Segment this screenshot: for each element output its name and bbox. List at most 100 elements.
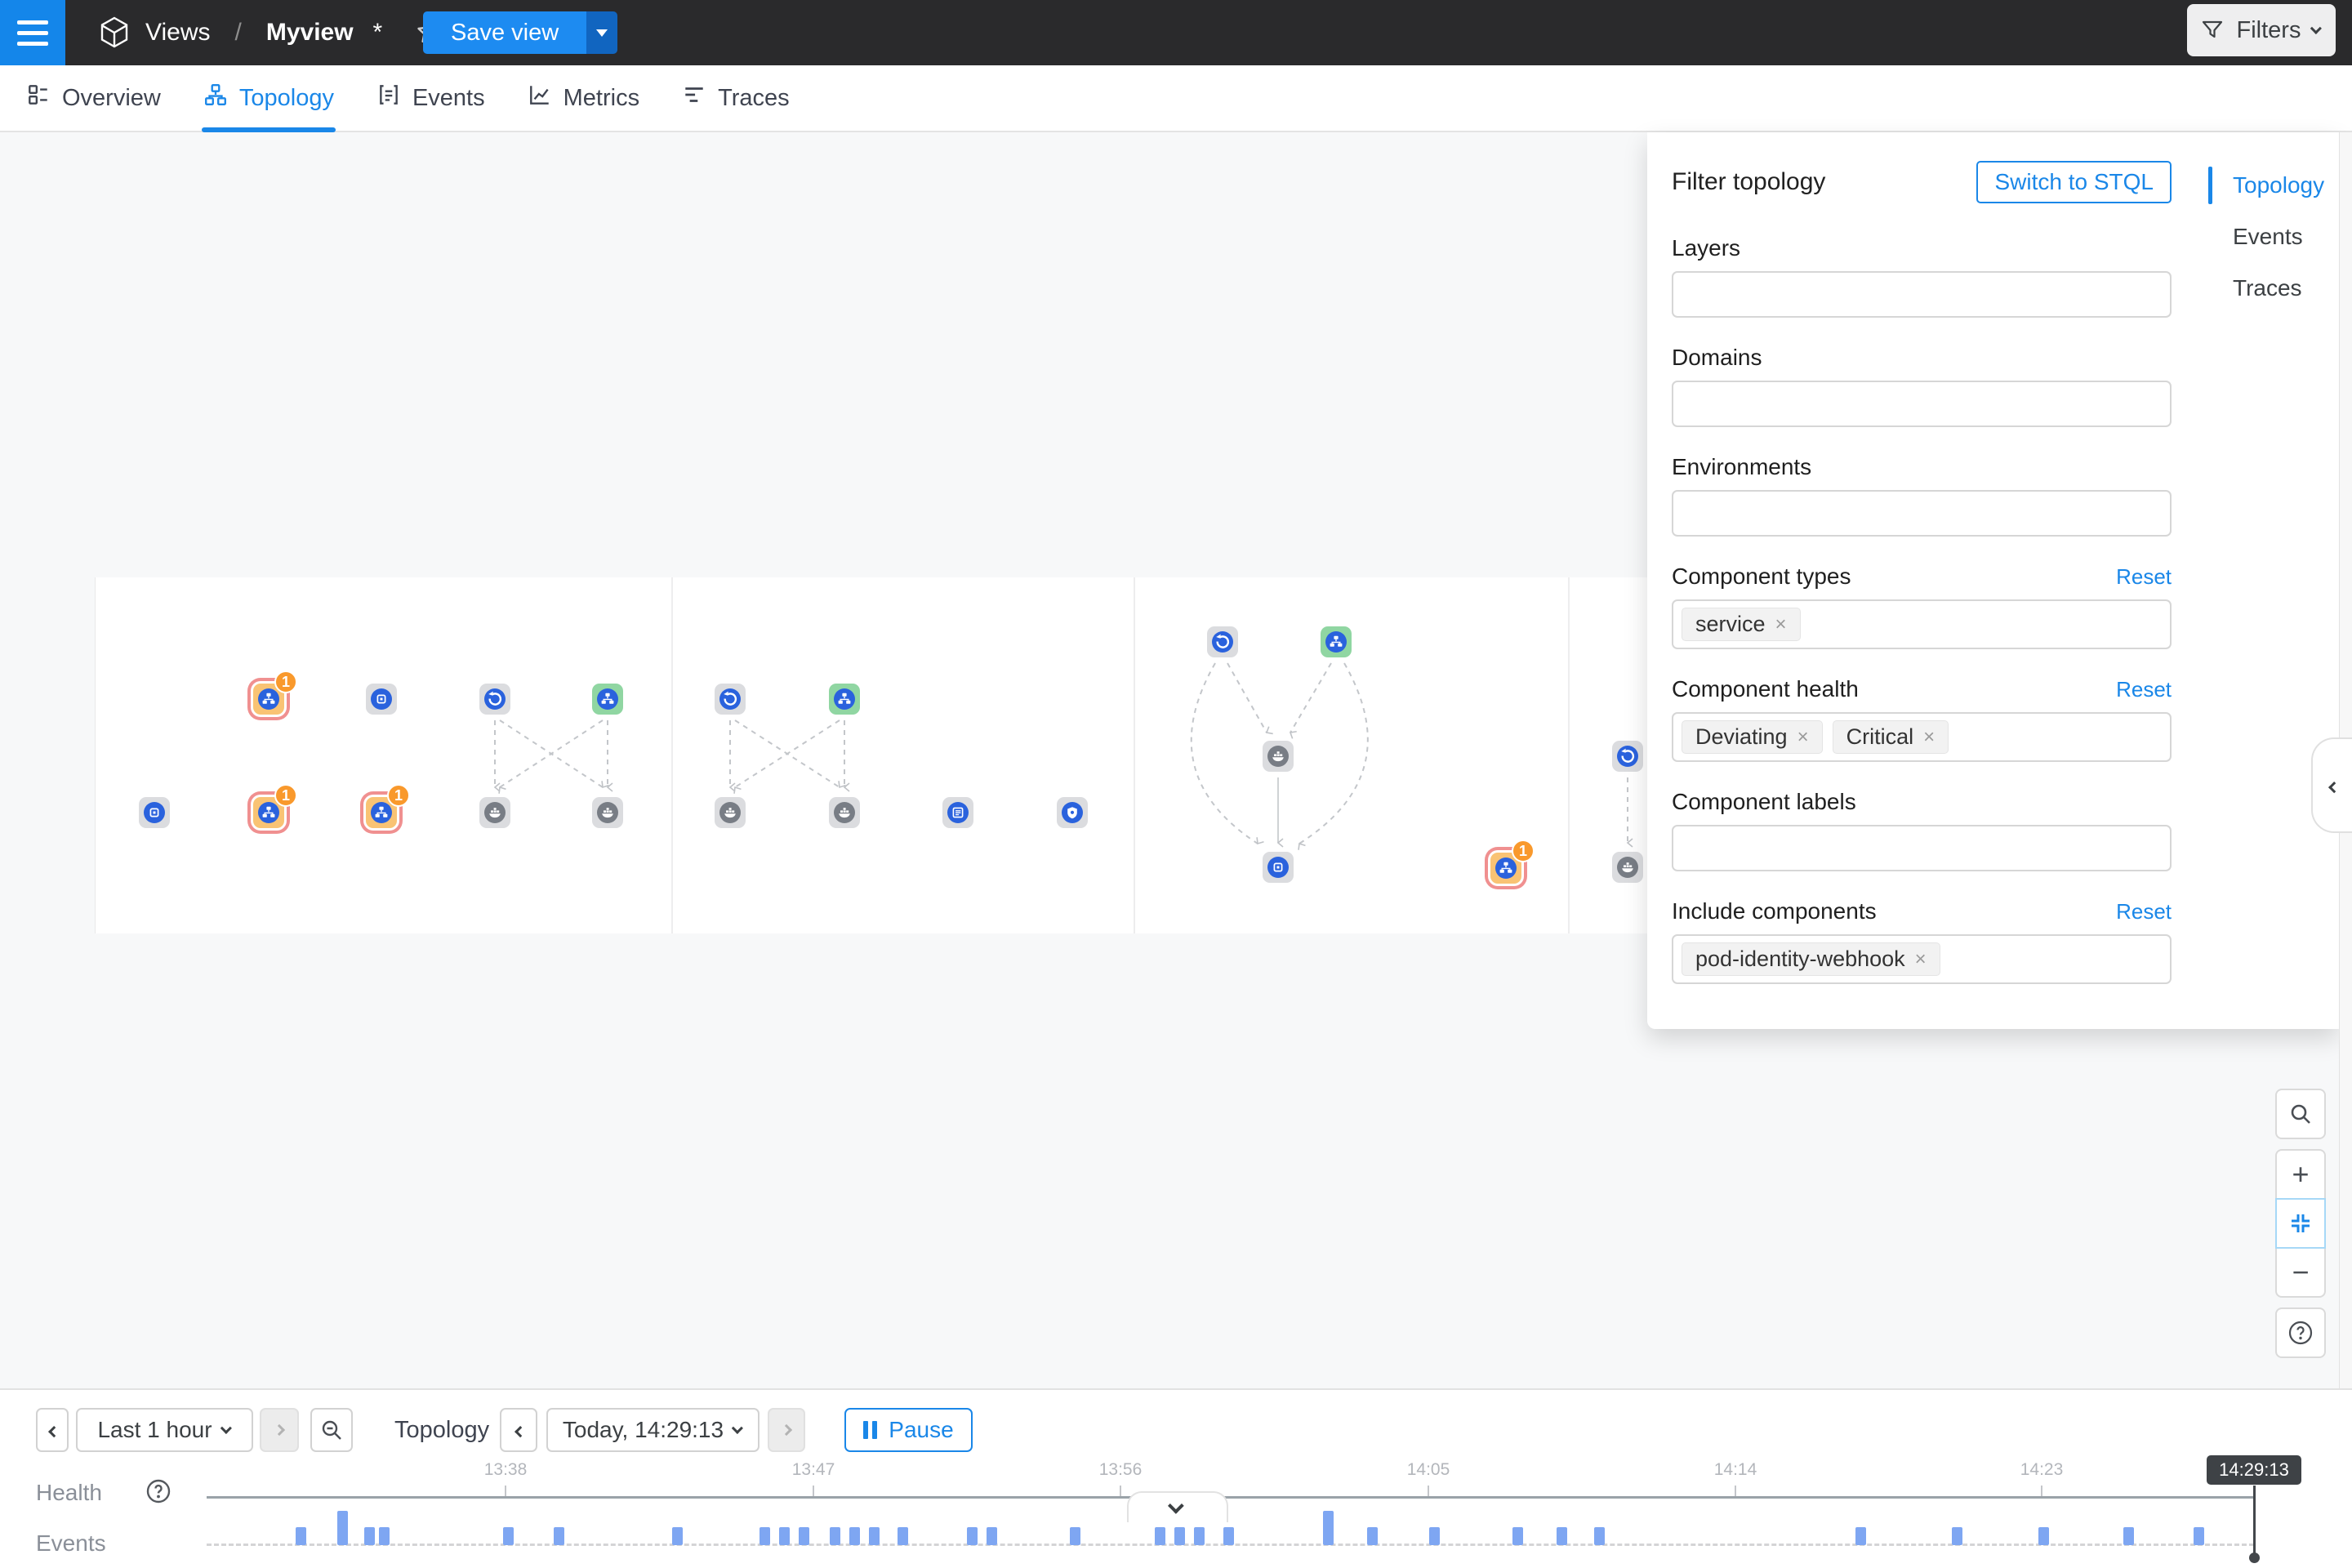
event-bar[interactable] xyxy=(1367,1527,1378,1545)
zoom-fit-button[interactable] xyxy=(2275,1198,2326,1249)
event-bar[interactable] xyxy=(1594,1527,1605,1545)
event-bar[interactable] xyxy=(779,1527,790,1545)
event-bar[interactable] xyxy=(1512,1527,1523,1545)
event-bar[interactable] xyxy=(849,1527,860,1545)
topology-node-docker-clear[interactable] xyxy=(715,797,746,828)
health-count-badge[interactable]: 1 xyxy=(387,784,410,807)
topology-node-docker-clear[interactable] xyxy=(1263,741,1294,772)
event-bar[interactable] xyxy=(1323,1511,1334,1545)
filter-chip[interactable]: service× xyxy=(1682,608,1801,641)
event-bar[interactable] xyxy=(1070,1527,1080,1545)
save-view-dropdown[interactable] xyxy=(586,11,617,54)
topology-node-sync-clear[interactable] xyxy=(715,684,746,715)
topology-node-pod-clear[interactable] xyxy=(366,684,397,715)
health-count-badge[interactable]: 1 xyxy=(1512,840,1535,862)
pause-button[interactable]: Pause xyxy=(844,1408,973,1452)
field-input[interactable]: service× xyxy=(1672,599,2172,649)
panel-nav-topology[interactable]: Topology xyxy=(2233,165,2331,206)
topology-node-pod-clear[interactable] xyxy=(1263,852,1294,883)
topology-node-pod-clear[interactable] xyxy=(139,797,170,828)
tab-metrics[interactable]: Metrics xyxy=(526,65,641,131)
event-bar[interactable] xyxy=(1155,1527,1165,1545)
snapshot-back-button[interactable] xyxy=(500,1408,537,1452)
event-bar[interactable] xyxy=(1174,1527,1185,1545)
event-bar[interactable] xyxy=(296,1527,306,1545)
current-time-badge[interactable]: 14:29:13 xyxy=(2207,1455,2301,1485)
topology-node-docker-clear[interactable] xyxy=(829,797,860,828)
event-bar[interactable] xyxy=(830,1527,840,1545)
event-bar[interactable] xyxy=(1194,1527,1205,1545)
event-bar[interactable] xyxy=(337,1511,348,1545)
event-bar[interactable] xyxy=(898,1527,908,1545)
zoom-out-button[interactable]: − xyxy=(2275,1247,2326,1298)
topology-node-docker-clear[interactable] xyxy=(592,797,623,828)
event-bar[interactable] xyxy=(2194,1527,2204,1545)
topology-node-hierarchy-deviating[interactable]: 1 xyxy=(253,684,284,715)
event-bar[interactable] xyxy=(967,1527,978,1545)
event-bar[interactable] xyxy=(2123,1527,2134,1545)
timeline-zoom-out-button[interactable] xyxy=(310,1408,353,1452)
event-bar[interactable] xyxy=(364,1527,375,1545)
event-bar[interactable] xyxy=(1855,1527,1866,1545)
event-bar[interactable] xyxy=(987,1527,997,1545)
field-input[interactable] xyxy=(1672,825,2172,871)
reset-link[interactable]: Reset xyxy=(2116,564,2172,590)
event-bar[interactable] xyxy=(799,1527,809,1545)
canvas-search-button[interactable] xyxy=(2275,1089,2326,1139)
health-help-icon[interactable] xyxy=(144,1477,173,1506)
reset-link[interactable]: Reset xyxy=(2116,899,2172,924)
topology-node-shield-clear[interactable] xyxy=(1057,797,1088,828)
time-back-button[interactable] xyxy=(36,1408,69,1452)
filter-chip[interactable]: Deviating× xyxy=(1682,720,1823,754)
topology-node-hierarchy-deviating[interactable]: 1 xyxy=(253,797,284,828)
topology-node-hierarchy-healthy[interactable] xyxy=(592,684,623,715)
switch-to-stql-button[interactable]: Switch to STQL xyxy=(1976,161,2172,203)
topology-node-hierarchy-healthy[interactable] xyxy=(829,684,860,715)
topology-node-hierarchy-deviating[interactable]: 1 xyxy=(1490,853,1521,884)
panel-nav-traces[interactable]: Traces xyxy=(2233,268,2331,309)
save-view-label[interactable]: Save view xyxy=(423,11,586,54)
filter-chip[interactable]: Critical× xyxy=(1833,720,1949,754)
topology-node-list-clear[interactable] xyxy=(942,797,973,828)
event-bar[interactable] xyxy=(1429,1527,1440,1545)
timeline-cursor[interactable] xyxy=(2253,1486,2256,1557)
snapshot-forward-button[interactable] xyxy=(768,1408,805,1452)
field-input[interactable] xyxy=(1672,271,2172,318)
topology-node-hierarchy-healthy[interactable] xyxy=(1321,626,1352,657)
menu-hamburger-icon[interactable] xyxy=(0,0,65,65)
views-link[interactable]: Views xyxy=(145,19,210,47)
event-bar[interactable] xyxy=(503,1527,514,1545)
event-bar[interactable] xyxy=(1223,1527,1234,1545)
event-bar[interactable] xyxy=(1557,1527,1567,1545)
topology-node-docker-clear[interactable] xyxy=(1612,852,1643,883)
topology-node-sync-clear[interactable] xyxy=(479,684,510,715)
filters-button[interactable]: Filters xyxy=(2187,4,2336,56)
time-range-dropdown[interactable]: Last 1 hour xyxy=(76,1408,253,1452)
timeline-cursor-dot[interactable] xyxy=(2249,1552,2260,1563)
reset-link[interactable]: Reset xyxy=(2116,677,2172,702)
topology-node-docker-clear[interactable] xyxy=(479,797,510,828)
chip-remove-icon[interactable]: × xyxy=(1797,726,1809,749)
field-input[interactable]: pod-identity-webhook× xyxy=(1672,934,2172,984)
current-time-dropdown[interactable]: Today, 14:29:13 xyxy=(546,1408,760,1452)
topology-node-hierarchy-deviating[interactable]: 1 xyxy=(366,797,397,828)
chip-remove-icon[interactable]: × xyxy=(1775,613,1787,636)
event-bar[interactable] xyxy=(554,1527,564,1545)
topology-node-sync-clear[interactable] xyxy=(1207,626,1238,657)
event-bar[interactable] xyxy=(2038,1527,2049,1545)
field-input[interactable] xyxy=(1672,381,2172,427)
field-input[interactable] xyxy=(1672,490,2172,537)
timeline-collapse-handle[interactable] xyxy=(1127,1491,1228,1522)
tab-overview[interactable]: Overview xyxy=(24,65,163,131)
tab-topology[interactable]: Topology xyxy=(202,65,336,131)
field-input[interactable]: Deviating× Critical× xyxy=(1672,712,2172,762)
tab-events[interactable]: Events xyxy=(375,65,487,131)
event-bar[interactable] xyxy=(379,1527,390,1545)
help-button[interactable] xyxy=(2275,1307,2326,1358)
save-view-button[interactable]: Save view xyxy=(423,11,617,54)
health-timeline-axis[interactable] xyxy=(207,1496,2254,1499)
chip-remove-icon[interactable]: × xyxy=(1915,948,1927,971)
panel-nav-events[interactable]: Events xyxy=(2233,216,2331,257)
tab-traces[interactable]: Traces xyxy=(680,65,791,131)
event-bar[interactable] xyxy=(1952,1527,1962,1545)
